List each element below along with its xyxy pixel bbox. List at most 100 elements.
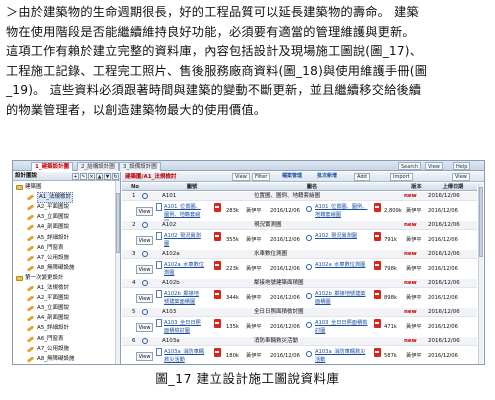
tree-scrollbar[interactable] (115, 181, 120, 364)
tree-item[interactable]: A3_立面圖說 (26, 304, 69, 313)
uploader: 黃伊平 (246, 237, 262, 243)
document-icon (156, 348, 162, 356)
row-view-button[interactable]: View (136, 294, 153, 303)
row-view-button[interactable]: View (136, 236, 153, 245)
tree-item[interactable]: A4_剖面圖說 (26, 314, 69, 323)
search-icon[interactable] (306, 351, 312, 357)
move-down-icon[interactable]: ▼ (104, 173, 111, 180)
tab-equipment[interactable]: 3_設備設計圖 (119, 162, 161, 171)
file-link[interactable]: A101_位置圖、圖例、地籍套繪圖 (315, 203, 369, 219)
table-row[interactable]: 6 A103a 消防車輛救災活動 new 2016/12/06 View A103a_消防車… (122, 337, 477, 364)
view-icon[interactable] (142, 193, 148, 199)
move-up-icon[interactable]: ▲ (96, 173, 103, 180)
tab-structure[interactable]: 2_結構設計圖 (77, 162, 119, 171)
file-link[interactable]: A103a_消防車輛救災活動 (315, 348, 369, 364)
file-link[interactable]: A103_全日日照面積檢討圖 (164, 319, 204, 335)
filter-button[interactable]: Filter (252, 173, 271, 181)
scroll-thumb[interactable] (479, 187, 483, 257)
help-button[interactable]: Help (453, 162, 471, 170)
file-link[interactable]: A102a_水車數位測圖 (164, 261, 204, 277)
view-button[interactable]: View (425, 162, 443, 170)
file-link[interactable]: A102a_水車數位測圖 (315, 261, 369, 269)
paragraph-line: 工程施工記錄、工程完工照片、售後服務廠商資料(圖_18)與使用維護手冊(圖 (6, 63, 428, 78)
row-no: 3 (132, 251, 136, 257)
search-icon[interactable] (306, 235, 312, 241)
pdf-icon[interactable] (214, 232, 221, 241)
refresh-icon[interactable]: ↻ (112, 173, 119, 180)
search-icon[interactable] (306, 264, 312, 270)
tree-item-label: A5_詳細設計 (37, 325, 70, 332)
tree-item[interactable]: A8_無障礙設施 (26, 355, 75, 364)
view-icon[interactable] (142, 309, 148, 315)
table-row[interactable]: 4 A102b 鄰接地號建築面積圖 new 2016/12/06 View A102b_鄰接… (122, 279, 477, 309)
search-icon[interactable] (306, 293, 312, 299)
file-size: 791k (384, 237, 397, 243)
import-button[interactable]: Import (390, 173, 413, 181)
new-folder-icon[interactable]: + (72, 173, 79, 180)
pdf-icon[interactable] (214, 290, 221, 299)
search-button[interactable]: Search (398, 162, 422, 170)
view-icon[interactable] (142, 222, 148, 228)
tree-item[interactable]: A1_法規檢討 (26, 284, 69, 293)
file-date: 2016/12/06 (270, 324, 300, 330)
view-icon[interactable] (142, 251, 148, 257)
search-icon[interactable] (306, 322, 312, 328)
tree-item[interactable]: A6_門窗表 (26, 244, 64, 253)
table-row[interactable]: 1 A101 位置圖、圖例、地籍套繪圖 new 2016/12/06 View A101_位… (122, 192, 477, 226)
pencil-icon (26, 194, 35, 201)
tree-item[interactable]: A4_剖面圖說 (26, 223, 69, 232)
uploader: 黃伊平 (246, 208, 262, 214)
table-row[interactable]: 5 A103 全日日照面積檢討圖 new 2016/12/06 View A103_全日日照… (122, 308, 477, 338)
row-view-button[interactable]: View (136, 265, 153, 274)
tree-item[interactable]: A5_詳細設計 (26, 324, 70, 333)
file-link[interactable]: A102_現況實測圖 (164, 232, 204, 248)
pdf-icon[interactable] (374, 232, 381, 241)
file-link[interactable]: A103_全日日照面積檢討圖 (315, 319, 369, 335)
file-link[interactable]: A102_現況實測圖 (315, 232, 369, 240)
pdf-icon[interactable] (374, 319, 381, 328)
file-link[interactable]: A103a_消防車輛救災活動 (164, 348, 204, 364)
view-icon[interactable] (142, 338, 148, 344)
tree-item[interactable]: A5_詳細設計 (26, 234, 69, 243)
pdf-icon[interactable] (214, 203, 221, 212)
pencil-icon (26, 204, 35, 211)
pdf-icon[interactable] (214, 319, 221, 328)
tree-item[interactable]: A1_法規檢討 (26, 192, 74, 204)
batch-add-link[interactable]: 批次新增 (315, 173, 339, 181)
tab-architecture[interactable]: 1_建築設計圖 (31, 162, 74, 171)
tree-item[interactable]: A3_立面圖說 (26, 213, 69, 222)
view-icon[interactable] (142, 280, 148, 286)
edit-icon[interactable]: ✎ (80, 173, 87, 180)
scroll-thumb[interactable] (116, 193, 120, 253)
file-link[interactable]: A102b_鄰接地號建築面積圖 (315, 290, 369, 306)
table-scrollbar[interactable] (478, 183, 483, 364)
pdf-icon[interactable] (374, 261, 381, 270)
add-button[interactable]: Add (354, 173, 370, 181)
pdf-icon[interactable] (374, 290, 381, 299)
row-view-button[interactable]: View (136, 323, 153, 332)
tree-folder[interactable]: 第一次變更設計 (16, 274, 64, 283)
tree-item[interactable]: A2_平面圖說 (26, 203, 69, 212)
search-icon[interactable] (306, 206, 312, 212)
uploader: 黃伊平 (246, 353, 262, 359)
tree-item[interactable]: A7_公用設施 (26, 254, 69, 263)
file-link[interactable]: A102b_鄰接地號建築面積圖 (164, 290, 204, 306)
file-manager-link[interactable]: 檔案管理 (280, 173, 304, 181)
pdf-icon[interactable] (214, 348, 221, 357)
view-toggle[interactable]: View (232, 173, 250, 181)
row-no: 6 (132, 338, 136, 344)
table-row[interactable]: 2 A102 現況實測圖 new 2016/12/06 View A102_現況實測圖 355… (122, 221, 477, 251)
table-row[interactable]: 3 A102a 水車數位測圖 new 2016/12/06 View A102a_水車數位測… (122, 250, 477, 280)
pdf-icon[interactable] (374, 203, 381, 212)
tree-item[interactable]: A2_平面圖說 (26, 294, 69, 303)
pdf-icon[interactable] (374, 348, 381, 357)
pdf-icon[interactable] (214, 261, 221, 270)
row-view-button[interactable]: View (136, 207, 153, 216)
row-view-button[interactable]: View (136, 352, 153, 361)
view-mode-button[interactable]: View (452, 173, 470, 181)
tree-folder[interactable]: 建築圖 (16, 183, 42, 192)
tree-item[interactable]: A7_公用設施 (26, 345, 69, 354)
delete-icon[interactable]: × (88, 173, 95, 180)
tree-item[interactable]: A8_無障礙設施 (26, 264, 75, 273)
tree-item[interactable]: A6_門窗表 (26, 335, 64, 344)
